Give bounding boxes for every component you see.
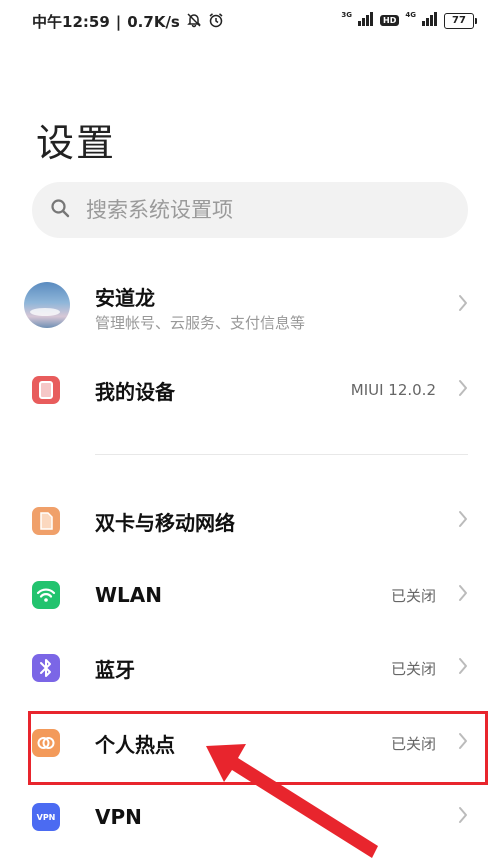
chevron-right-icon bbox=[458, 510, 468, 532]
settings-label: 双卡与移动网络 bbox=[95, 510, 235, 535]
status-speed: 0.7K/s bbox=[127, 12, 180, 31]
wifi-icon bbox=[32, 581, 60, 609]
hd-badge: HD bbox=[380, 15, 400, 26]
sim-card-icon bbox=[32, 507, 60, 535]
chevron-right-icon bbox=[458, 584, 468, 606]
settings-row-vpn[interactable]: VPN VPN bbox=[0, 799, 500, 835]
page-title: 设置 bbox=[36, 121, 117, 165]
chevron-right-icon bbox=[458, 806, 468, 828]
status-carrier: 中午 bbox=[32, 13, 63, 31]
account-name: 安道龙 bbox=[95, 286, 155, 310]
device-icon bbox=[32, 376, 60, 404]
search-input[interactable] bbox=[84, 197, 418, 223]
signal-icon bbox=[422, 11, 438, 30]
status-bar: 中午 12:59 | 0.7K/s 3G HD 4G 77 bbox=[0, 0, 500, 44]
highlight-box bbox=[28, 711, 488, 785]
search-bar[interactable] bbox=[32, 182, 468, 238]
chevron-right-icon bbox=[458, 657, 468, 679]
sim1-type: 3G bbox=[341, 11, 353, 19]
settings-value: 已关闭 bbox=[390, 659, 436, 678]
settings-row-wlan[interactable]: WLAN 已关闭 bbox=[0, 577, 500, 613]
sim2-type: 4G bbox=[405, 11, 416, 19]
alarm-clock-icon bbox=[208, 12, 224, 32]
bell-off-icon bbox=[186, 12, 202, 32]
search-icon bbox=[50, 198, 70, 222]
vpn-icon: VPN bbox=[32, 803, 60, 831]
chevron-right-icon bbox=[458, 294, 468, 316]
settings-label: VPN bbox=[95, 805, 142, 829]
bluetooth-icon bbox=[32, 654, 60, 682]
settings-label: WLAN bbox=[95, 583, 163, 607]
settings-label: 蓝牙 bbox=[95, 657, 135, 682]
my-device-value: MIUI 12.0.2 bbox=[350, 381, 436, 399]
chevron-right-icon bbox=[458, 379, 468, 401]
settings-row-dual-sim[interactable]: 双卡与移动网络 bbox=[0, 503, 500, 539]
battery-icon: 77 bbox=[444, 12, 477, 29]
avatar bbox=[24, 282, 70, 328]
signal-icon bbox=[358, 11, 374, 30]
my-device-label: 我的设备 bbox=[95, 379, 175, 404]
account-subtitle: 管理帐号、云服务、支付信息等 bbox=[95, 314, 306, 332]
status-separator: | bbox=[115, 12, 122, 31]
status-left: 中午 12:59 | 0.7K/s bbox=[32, 11, 224, 32]
settings-row-bluetooth[interactable]: 蓝牙 已关闭 bbox=[0, 650, 500, 686]
status-right: 3G HD 4G 77 bbox=[341, 11, 477, 30]
my-device-row[interactable]: 我的设备 MIUI 12.0.2 bbox=[0, 372, 500, 408]
section-divider bbox=[95, 454, 468, 455]
settings-value: 已关闭 bbox=[390, 586, 436, 605]
status-time: 12:59 bbox=[62, 12, 110, 31]
